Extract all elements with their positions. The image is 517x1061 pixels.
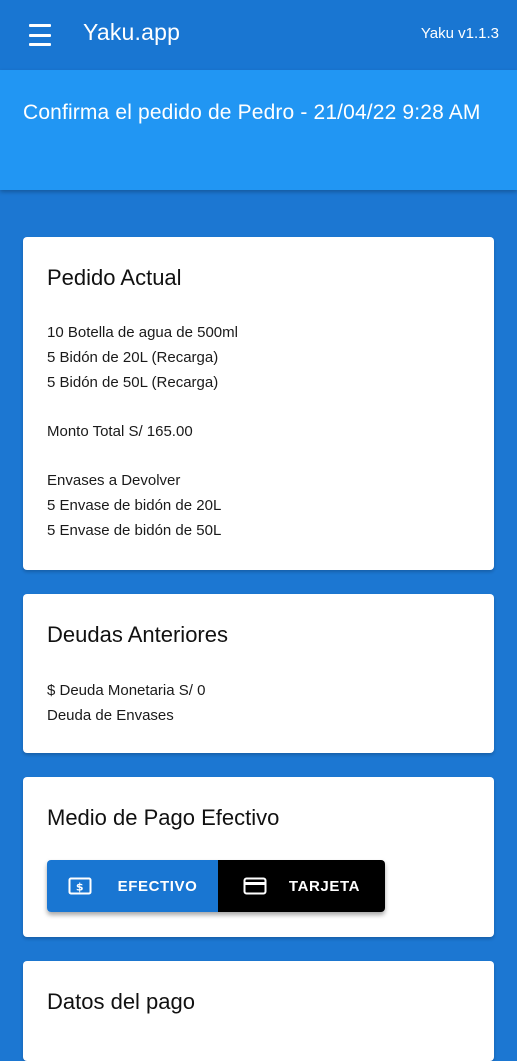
- credit-card-icon: [243, 877, 267, 895]
- app-version: Yaku v1.1.3: [420, 25, 499, 42]
- order-item: 5 Bidón de 20L (Recarga): [47, 349, 219, 366]
- app-title: Yaku.app: [83, 19, 181, 45]
- order-total: Monto Total S/ 165.00: [47, 423, 193, 440]
- payment-method-toggle: $ EFECTIVO TARJETA: [47, 860, 385, 912]
- order-confirm-banner: Confirma el pedido de Pedro - 21/04/22 9…: [0, 70, 517, 190]
- return-containers-heading: Envases a Devolver: [47, 472, 181, 489]
- payment-data-title: Datos del pago: [47, 989, 195, 1014]
- current-order-details: 10 Botella de agua de 500ml 5 Bidón de 2…: [47, 320, 238, 543]
- svg-text:$: $: [75, 881, 83, 894]
- payment-method-card: Medio de Pago Efectivo $ EFECTIVO TARJET…: [23, 777, 494, 937]
- return-container-item: 5 Envase de bidón de 20L: [47, 497, 222, 514]
- previous-debts-card: Deudas Anteriores $ Deuda Monetaria S/ 0…: [23, 594, 494, 753]
- cash-icon: $: [68, 877, 92, 895]
- cash-option-label: EFECTIVO: [117, 877, 198, 895]
- card-option-button[interactable]: TARJETA: [218, 860, 385, 912]
- card-option-label: TARJETA: [288, 877, 361, 895]
- current-order-card: Pedido Actual 10 Botella de agua de 500m…: [23, 237, 494, 570]
- monetary-debt: $ Deuda Monetaria S/ 0: [47, 682, 206, 699]
- container-debt: Deuda de Envases: [47, 707, 174, 724]
- order-item: 10 Botella de agua de 500ml: [47, 324, 238, 341]
- app-bar: Yaku.app Yaku v1.1.3: [0, 0, 517, 70]
- menu-icon[interactable]: [29, 24, 53, 46]
- payment-method-title: Medio de Pago Efectivo: [47, 805, 280, 830]
- payment-data-card: Datos del pago: [23, 961, 494, 1061]
- current-order-title: Pedido Actual: [47, 265, 182, 290]
- return-container-item: 5 Envase de bidón de 50L: [47, 522, 222, 539]
- cash-option-button[interactable]: $ EFECTIVO: [47, 860, 218, 912]
- banner-title: Confirma el pedido de Pedro - 21/04/22 9…: [23, 101, 481, 124]
- order-item: 5 Bidón de 50L (Recarga): [47, 374, 219, 391]
- previous-debts-title: Deudas Anteriores: [47, 622, 228, 647]
- previous-debts-details: $ Deuda Monetaria S/ 0 Deuda de Envases: [47, 678, 205, 728]
